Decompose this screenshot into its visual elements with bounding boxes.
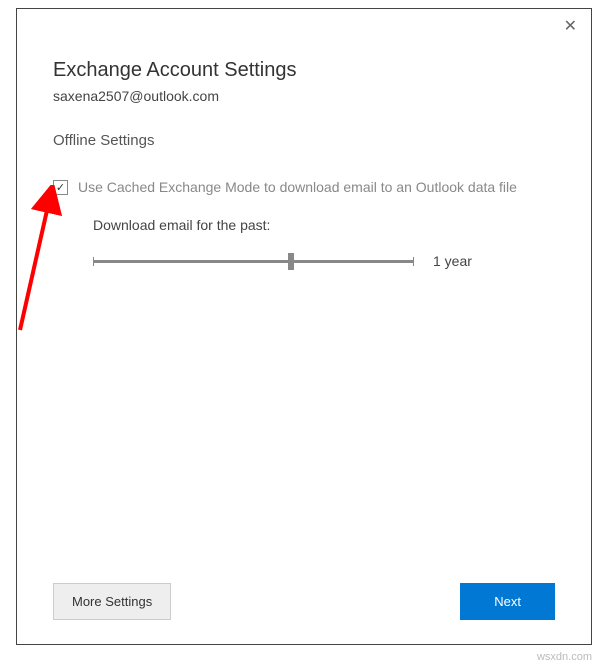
exchange-account-settings-dialog: ✕ Exchange Account Settings saxena2507@o… [16,8,592,645]
cached-mode-row: ✓ Use Cached Exchange Mode to download e… [53,179,555,195]
slider-tick [413,257,414,266]
download-range-value: 1 year [433,253,472,269]
account-email: saxena2507@outlook.com [53,88,555,104]
checkmark-icon: ✓ [56,181,65,194]
slider-tick [93,257,94,266]
more-settings-button[interactable]: More Settings [53,583,171,620]
close-icon: ✕ [564,18,577,35]
cached-mode-checkbox[interactable]: ✓ [53,180,68,195]
dialog-button-row: More Settings Next [53,583,555,620]
watermark-text: wsxdn.com [537,651,592,663]
dialog-title: Exchange Account Settings [53,59,555,82]
cached-mode-label: Use Cached Exchange Mode to download ema… [78,179,517,195]
download-range-slider[interactable] [93,251,413,271]
offline-settings-label: Offline Settings [53,132,555,149]
next-button[interactable]: Next [460,583,555,620]
spacer [53,271,555,573]
download-range-section: Download email for the past: 1 year [93,217,555,271]
download-range-slider-row: 1 year [93,251,555,271]
slider-track [93,260,413,263]
close-button[interactable]: ✕ [564,19,577,35]
slider-thumb[interactable] [288,253,294,270]
download-range-label: Download email for the past: [93,217,555,233]
